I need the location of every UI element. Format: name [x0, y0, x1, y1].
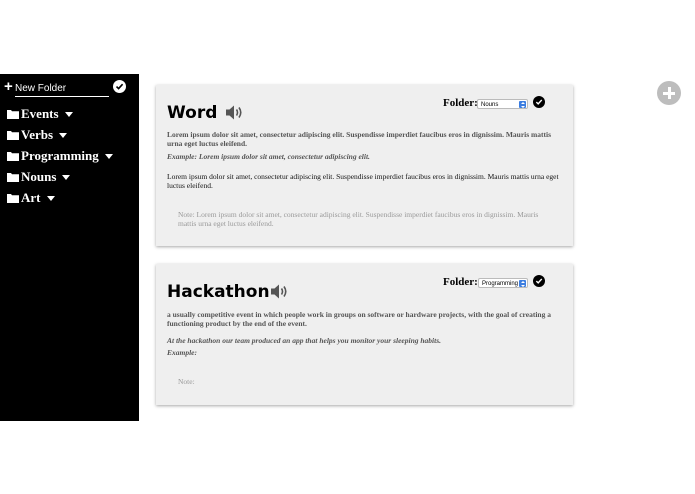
- card-title: Hackathon: [167, 282, 270, 302]
- select-arrows-icon: [519, 280, 526, 287]
- card-title: Word: [167, 103, 218, 123]
- plus-icon[interactable]: +: [4, 78, 13, 95]
- hackathon-card: Hackathon Folder: Programming a usually …: [156, 264, 573, 405]
- folder-label: Programming: [21, 148, 99, 163]
- word-card: Word Folder: Nouns Lorem ipsum dolor sit…: [156, 85, 573, 246]
- folder-icon: [7, 173, 19, 182]
- folder-select[interactable]: Nouns: [477, 99, 528, 109]
- new-folder-row: +: [4, 78, 134, 98]
- note-text: Note: Lorem ipsum dolor sit amet, consec…: [178, 210, 539, 228]
- folder-select-value: Nouns: [481, 102, 499, 108]
- folder-item-verbs[interactable]: Verbs: [7, 127, 68, 143]
- speaker-icon[interactable]: [270, 283, 290, 300]
- folder-label: Events: [21, 106, 59, 121]
- add-circle-icon[interactable]: [657, 81, 681, 105]
- caret-down-icon[interactable]: [64, 112, 73, 117]
- folder-icon: [7, 110, 19, 119]
- caret-down-icon[interactable]: [62, 175, 71, 180]
- check-circle-icon[interactable]: [533, 96, 545, 108]
- select-arrows-icon: [519, 101, 526, 108]
- folder-label: Art: [21, 190, 41, 205]
- sidebar: + Events Verbs Programming Nouns Art: [0, 74, 139, 421]
- caret-down-icon[interactable]: [104, 154, 113, 159]
- definition-text: Lorem ipsum dolor sit amet, consectetur …: [167, 130, 552, 148]
- folder-label: Verbs: [21, 127, 54, 142]
- definition-text: a usually competitive event in which peo…: [167, 310, 551, 328]
- note-text: Note:: [178, 377, 195, 386]
- example-text: Example: Lorem ipsum dolor sit amet, con…: [167, 152, 370, 161]
- folder-select[interactable]: Programming: [478, 278, 528, 288]
- folder-item-programming[interactable]: Programming: [7, 148, 113, 164]
- folder-label: Nouns: [21, 169, 57, 184]
- body-text: Lorem ipsum dolor sit amet, consectetur …: [167, 172, 559, 190]
- folder-icon: [7, 131, 19, 140]
- new-folder-input[interactable]: [15, 81, 109, 97]
- caret-down-icon[interactable]: [46, 196, 55, 201]
- folder-item-nouns[interactable]: Nouns: [7, 169, 71, 185]
- sentence-text: At the hackathon our team produced an ap…: [167, 336, 441, 345]
- folder-item-art[interactable]: Art: [7, 190, 55, 206]
- example-text: Example:: [167, 348, 197, 357]
- folder-icon: [7, 194, 19, 203]
- folder-item-events[interactable]: Events: [7, 106, 73, 122]
- folder-icon: [7, 152, 19, 161]
- caret-down-icon[interactable]: [59, 133, 68, 138]
- check-circle-icon[interactable]: [533, 275, 545, 287]
- folder-label: Folder:: [443, 276, 478, 288]
- check-circle-icon[interactable]: [113, 80, 126, 93]
- folder-select-value: Programming: [482, 281, 519, 287]
- speaker-icon[interactable]: [225, 104, 245, 121]
- folder-label: Folder:: [443, 97, 478, 109]
